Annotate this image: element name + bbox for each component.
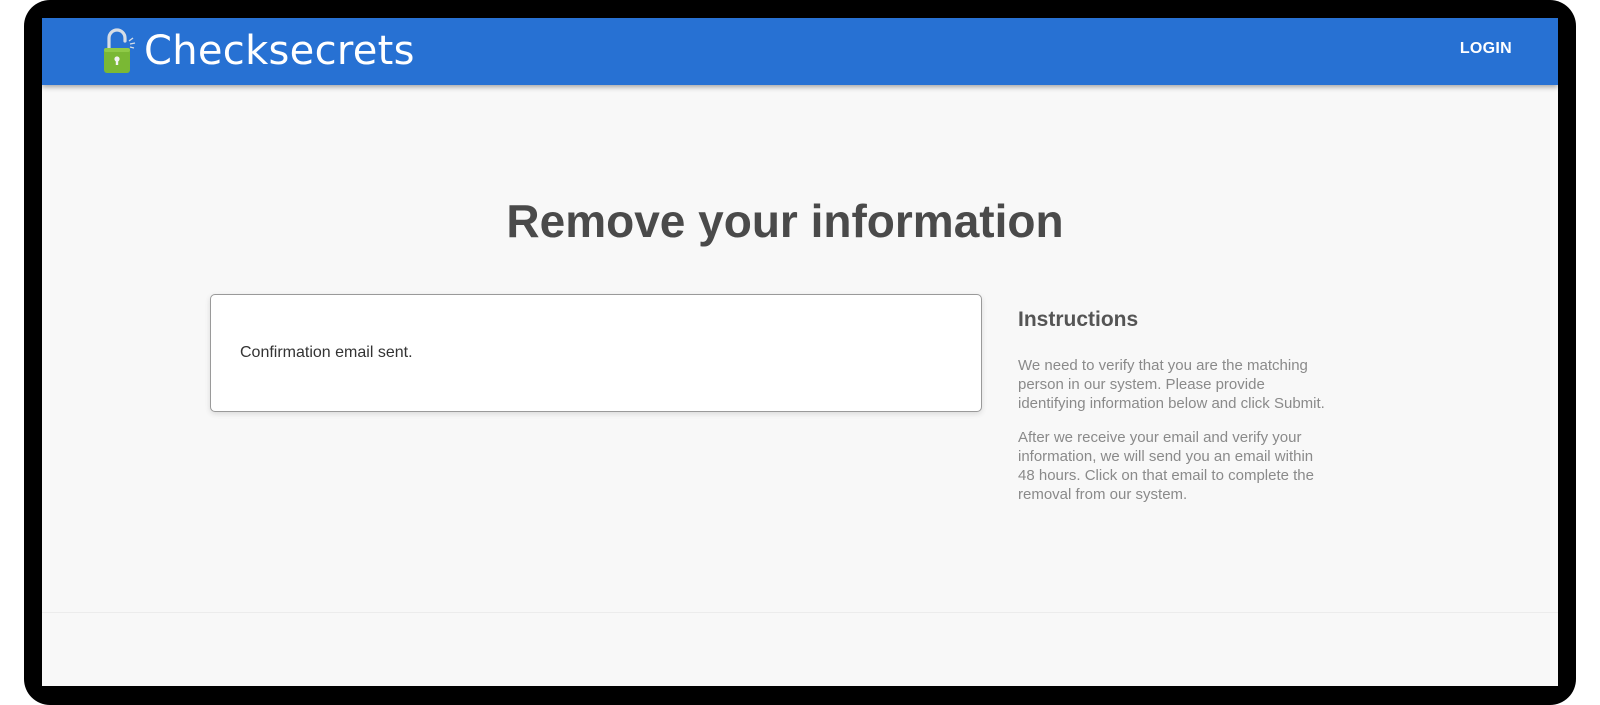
status-message: Confirmation email sent.	[240, 344, 413, 361]
open-padlock-icon	[104, 28, 136, 73]
brand-name: Checksecrets	[144, 28, 415, 74]
instructions-paragraph-removal: After we receive your email and verify y…	[1018, 429, 1314, 503]
page-title: Remove your information	[506, 195, 1064, 247]
instructions-panel: Instructions We need to verify that you …	[1018, 308, 1330, 519]
instructions-heading: Instructions	[1018, 308, 1139, 331]
browser-viewport: Checksecrets LOGIN Remove your informati…	[42, 18, 1558, 686]
login-link[interactable]: LOGIN	[1460, 40, 1512, 58]
instructions-paragraph-verify: We need to verify that you are the match…	[1018, 357, 1325, 412]
brand-logo-link[interactable]: Checksecrets	[102, 26, 415, 76]
status-message-card: Confirmation email sent.	[210, 294, 982, 412]
footer-divider	[42, 612, 1558, 613]
top-navbar: Checksecrets LOGIN	[42, 18, 1558, 85]
